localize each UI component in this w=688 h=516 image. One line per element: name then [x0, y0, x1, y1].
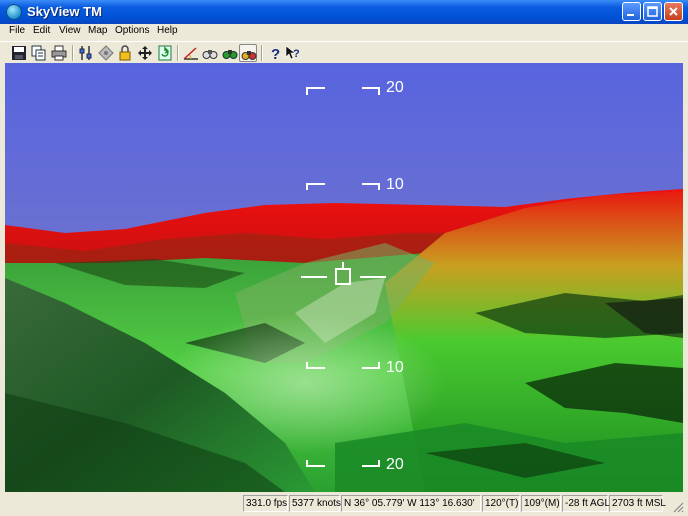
- move-icon[interactable]: [136, 44, 154, 62]
- minimize-button[interactable]: [622, 2, 641, 21]
- binoculars-active-icon[interactable]: [239, 44, 257, 62]
- status-msl: 2703 ft MSL: [609, 495, 666, 512]
- help-icon[interactable]: ?: [266, 44, 284, 62]
- binoculars-icon[interactable]: [201, 44, 219, 62]
- svg-text:?: ?: [293, 48, 300, 60]
- close-button[interactable]: [664, 2, 683, 21]
- menu-view[interactable]: View: [59, 25, 81, 36]
- pitch-label-up-10: 10: [386, 176, 404, 193]
- save-icon[interactable]: [10, 44, 28, 62]
- toolbar-separator: [177, 45, 179, 61]
- title-bar[interactable]: SkyView TM: [0, 0, 688, 24]
- app-icon: [6, 4, 22, 20]
- status-position: N 36° 05.779' W 113° 16.630': [341, 495, 481, 512]
- pitch-label-up-20: 20: [386, 79, 404, 96]
- angle-icon[interactable]: [182, 44, 200, 62]
- lock-icon[interactable]: [116, 44, 134, 62]
- binoculars-green-icon[interactable]: [221, 44, 239, 62]
- toolbar: ? ?: [0, 41, 688, 63]
- center-icon[interactable]: [97, 44, 115, 62]
- status-fps: 331.0 fps: [243, 495, 288, 512]
- menu-help[interactable]: Help: [157, 25, 178, 36]
- svg-text:?: ?: [271, 46, 280, 61]
- status-speed: 5377 knots: [289, 495, 341, 512]
- refresh-icon[interactable]: [156, 44, 174, 62]
- status-heading-true: 120°(T): [482, 495, 520, 512]
- settings-icon[interactable]: [77, 44, 95, 62]
- status-bar: 331.0 fps 5377 knots N 36° 05.779' W 113…: [0, 493, 688, 516]
- terrain-scene: [5, 63, 683, 492]
- window-title: SkyView TM: [27, 4, 102, 19]
- menu-options[interactable]: Options: [115, 25, 149, 36]
- toolbar-separator: [72, 45, 74, 61]
- copy-icon[interactable]: [30, 44, 48, 62]
- resize-grip-icon[interactable]: [672, 501, 684, 513]
- pitch-label-down-20: 20: [386, 456, 404, 473]
- context-help-icon[interactable]: ?: [284, 44, 302, 62]
- menu-file[interactable]: File: [9, 25, 25, 36]
- maximize-button[interactable]: [643, 2, 662, 21]
- toolbar-separator: [261, 45, 263, 61]
- status-heading-magnetic: 109°(M): [521, 495, 561, 512]
- menu-map[interactable]: Map: [88, 25, 107, 36]
- pitch-label-down-10: 10: [386, 359, 404, 376]
- print-icon[interactable]: [50, 44, 68, 62]
- status-agl: -28 ft AGL: [562, 495, 610, 512]
- menu-bar: File Edit View Map Options Help: [0, 24, 688, 41]
- skyview-window: SkyView TM File Edit View Map Options He…: [0, 0, 688, 516]
- menu-edit[interactable]: Edit: [33, 25, 50, 36]
- 3d-terrain-view[interactable]: 20 10 10 20: [5, 63, 683, 492]
